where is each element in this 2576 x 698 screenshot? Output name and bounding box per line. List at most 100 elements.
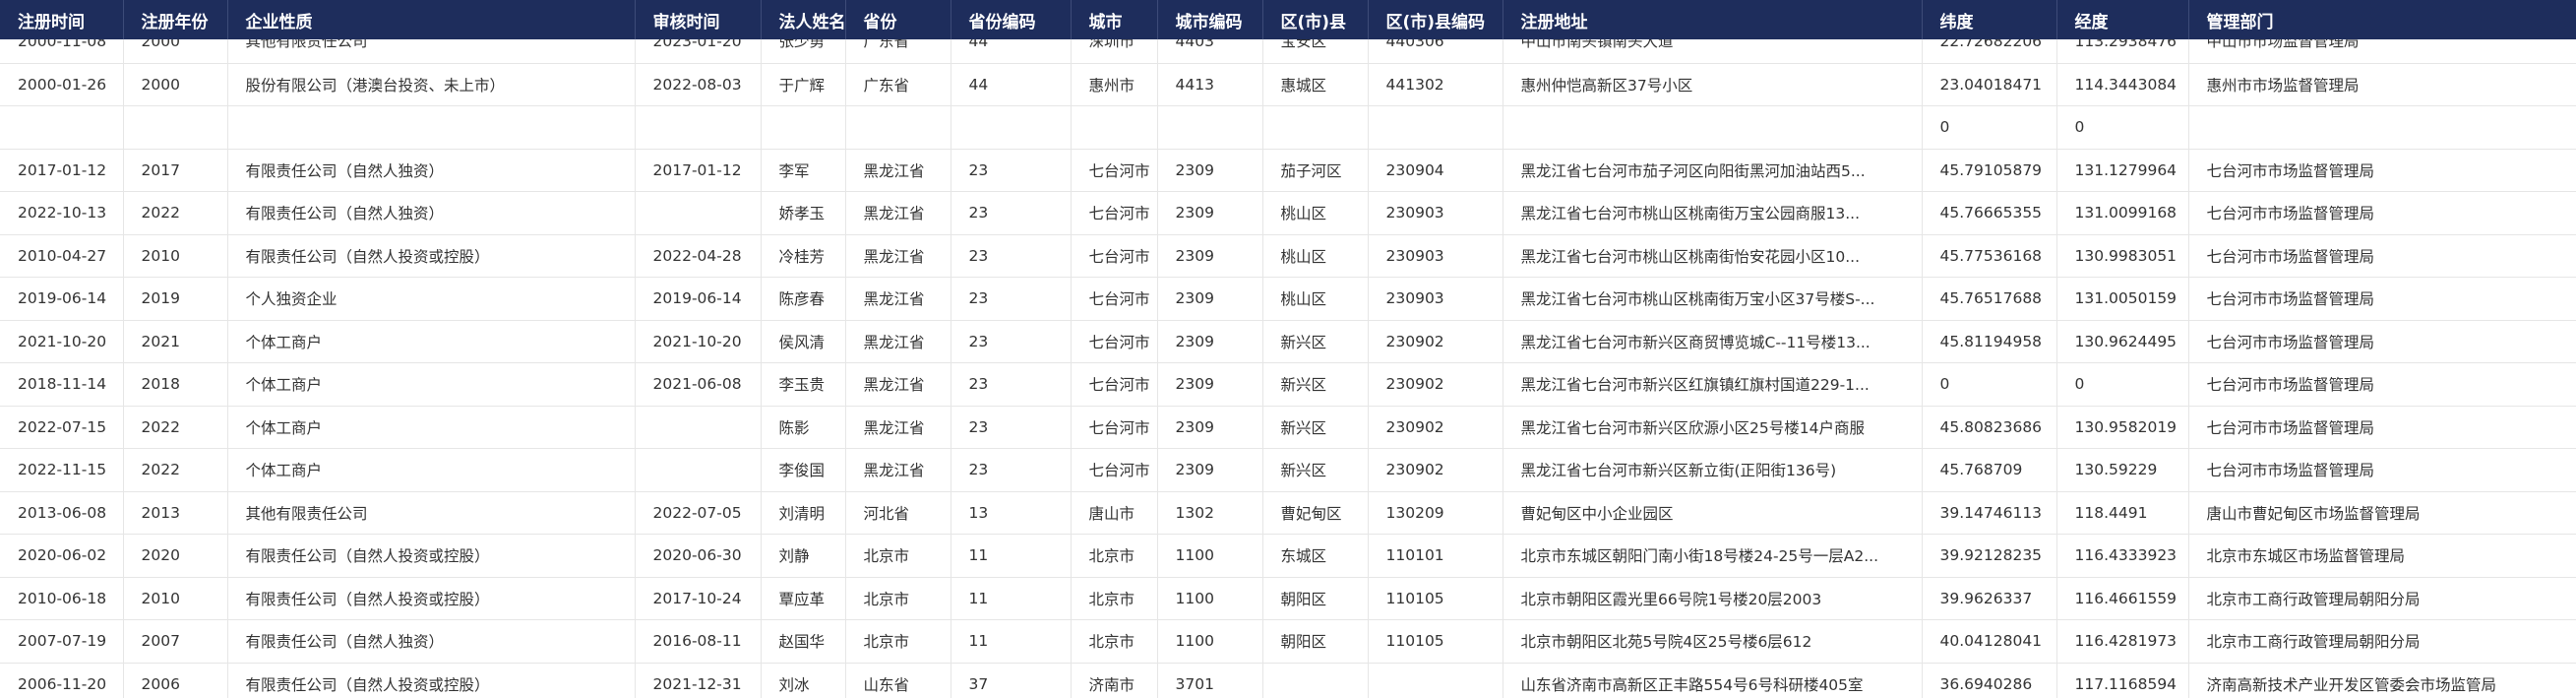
- table-cell: 东城区: [1262, 534, 1369, 578]
- table-cell: 北京市: [845, 534, 951, 578]
- table-cell: 0: [2056, 362, 2189, 407]
- table-cell: 曹妃甸区中小企业园区: [1503, 491, 1923, 535]
- table-cell: 济南高新技术产业开发区管委会市场监管局: [2188, 663, 2576, 698]
- table-cell: 117.1168594: [2056, 663, 2189, 698]
- table-cell: 45.768709: [1922, 448, 2057, 492]
- table-cell: 七台河市市场监督管理局: [2188, 149, 2576, 192]
- table-cell: 2022: [123, 448, 228, 492]
- table-cell: 23: [951, 149, 1072, 192]
- table-row[interactable]: 2000-11-08 2000 其他有限责任公司 2023-01-20 张少勇 广东省 44…: [0, 39, 2576, 64]
- table-cell: 2000: [123, 63, 228, 106]
- table-cell: 惠城区: [1262, 63, 1369, 106]
- column-header[interactable]: 省份编码: [951, 0, 1072, 39]
- table-cell: 230904: [1368, 149, 1503, 192]
- table-cell: 陈彦春: [761, 277, 846, 321]
- table-cell: 22.72682206: [1922, 39, 2057, 64]
- column-header[interactable]: 区(市)县: [1262, 0, 1369, 39]
- table-cell: 2309: [1157, 277, 1263, 321]
- table-row[interactable]: 00: [0, 105, 2576, 150]
- table-cell: 2309: [1157, 149, 1263, 192]
- table-cell: 2020-06-30: [635, 534, 762, 578]
- table-cell: 北京市朝阳区霞光里66号院1号楼20层2003: [1503, 577, 1923, 620]
- table-cell: 2000: [123, 39, 228, 64]
- column-header[interactable]: 法人姓名: [761, 0, 846, 39]
- column-header[interactable]: 经度: [2056, 0, 2189, 39]
- table-cell: 0: [1922, 362, 2057, 407]
- table-cell: 2007: [123, 619, 228, 664]
- table-cell: 23: [951, 320, 1072, 363]
- table-row[interactable]: 2000-01-26 2000 股份有限公司（港澳台投资、未上市） 2022-08-0…: [0, 63, 2576, 106]
- table-cell: 有限责任公司（自然人投资或控股）: [227, 663, 636, 698]
- table-cell: 2020-06-02: [0, 534, 124, 578]
- table-row[interactable]: 2022-11-15 2022 个体工商户 李俊国 黑龙江省 23 七台河市 2309 新兴区 2…: [0, 448, 2576, 492]
- table-cell: [635, 191, 762, 235]
- column-header[interactable]: 注册时间: [0, 0, 124, 39]
- table-cell: 股份有限公司（港澳台投资、未上市）: [227, 63, 636, 106]
- table-cell: 45.77536168: [1922, 234, 2057, 278]
- table-cell: 新兴区: [1262, 406, 1369, 449]
- table-cell: 河北省: [845, 491, 951, 535]
- table-cell: 唐山市曹妃甸区市场监督管理局: [2188, 491, 2576, 535]
- table-cell: [1368, 105, 1503, 150]
- table-row[interactable]: 2021-10-20 2021 个体工商户 2021-10-20 侯风清 黑龙江省 23 七台…: [0, 320, 2576, 363]
- table-cell: 黑龙江省: [845, 448, 951, 492]
- table-cell: 其他有限责任公司: [227, 39, 636, 64]
- table-row[interactable]: 2010-06-18 2010 有限责任公司（自然人投资或控股） 2017-10-24…: [0, 577, 2576, 620]
- table-cell: 2309: [1157, 234, 1263, 278]
- column-header[interactable]: 审核时间: [635, 0, 762, 39]
- table-cell: 新兴区: [1262, 448, 1369, 492]
- table-cell: 45.80823686: [1922, 406, 2057, 449]
- table-cell: 45.76517688: [1922, 277, 2057, 321]
- table-row[interactable]: 2006-11-20 2006 有限责任公司（自然人投资或控股） 2021-12-31…: [0, 663, 2576, 698]
- table-cell: 11: [951, 534, 1072, 578]
- table-cell: 230903: [1368, 234, 1503, 278]
- column-header[interactable]: 注册年份: [123, 0, 228, 39]
- table-cell: 济南市: [1071, 663, 1158, 698]
- table-cell: [1157, 105, 1263, 150]
- table-row[interactable]: 2013-06-08 2013 其他有限责任公司 2022-07-05 刘清明 河北省 13…: [0, 491, 2576, 535]
- table-cell: 山东省济南市高新区正丰路554号6号科研楼405室: [1503, 663, 1923, 698]
- table-cell: 七台河市: [1071, 320, 1158, 363]
- column-header[interactable]: 企业性质: [227, 0, 636, 39]
- column-header[interactable]: 区(市)县编码: [1368, 0, 1503, 39]
- table-cell: 1100: [1157, 577, 1263, 620]
- column-header[interactable]: 城市编码: [1157, 0, 1263, 39]
- table-row[interactable]: 2019-06-14 2019 个人独资企业 2019-06-14 陈彦春 黑龙江省 23 七…: [0, 277, 2576, 321]
- table-cell: 11: [951, 577, 1072, 620]
- table-cell: 惠州市: [1071, 63, 1158, 106]
- table-row[interactable]: 2010-04-27 2010 有限责任公司（自然人投资或控股） 2022-04-28…: [0, 234, 2576, 278]
- table-cell: 七台河市: [1071, 448, 1158, 492]
- table-row[interactable]: 2018-11-14 2018 个体工商户 2021-06-08 李玉贵 黑龙江省 23 七台…: [0, 362, 2576, 407]
- table-cell: 惠州仲恺高新区37号小区: [1503, 63, 1923, 106]
- table-cell: [1262, 105, 1369, 150]
- table-cell: 2022-11-15: [0, 448, 124, 492]
- table-cell: 2017: [123, 149, 228, 192]
- data-table: 注册时间 注册年份 企业性质 审核时间 法人姓名 省份 省份编码 城市 城市编码 区(市)县 区(市…: [0, 0, 2576, 698]
- table-cell: 45.81194958: [1922, 320, 2057, 363]
- table-cell: 2017-10-24: [635, 577, 762, 620]
- table-cell: 李军: [761, 149, 846, 192]
- table-cell: 新兴区: [1262, 362, 1369, 407]
- table-cell: 北京市: [845, 577, 951, 620]
- column-header[interactable]: 注册地址: [1503, 0, 1923, 39]
- data-table-viewport[interactable]: 注册时间 注册年份 企业性质 审核时间 法人姓名 省份 省份编码 城市 城市编码 区(市)县 区(市…: [0, 0, 2576, 698]
- table-row[interactable]: 2020-06-02 2020 有限责任公司（自然人投资或控股） 2020-06-30…: [0, 534, 2576, 578]
- column-header[interactable]: 省份: [845, 0, 951, 39]
- table-row[interactable]: 2017-01-12 2017 有限责任公司（自然人独资） 2017-01-12 李军黑…: [0, 149, 2576, 192]
- table-cell: 130.59229: [2056, 448, 2189, 492]
- table-cell: 2013: [123, 491, 228, 535]
- table-cell: 七台河市: [1071, 277, 1158, 321]
- column-header[interactable]: 管理部门: [2188, 0, 2576, 39]
- column-header[interactable]: 城市: [1071, 0, 1158, 39]
- table-row[interactable]: 2007-07-19 2007 有限责任公司（自然人独资） 2016-08-11 赵国华…: [0, 619, 2576, 664]
- table-cell: 2021: [123, 320, 228, 363]
- table-cell: 其他有限责任公司: [227, 491, 636, 535]
- table-cell: 1100: [1157, 619, 1263, 664]
- table-cell: 黑龙江省: [845, 320, 951, 363]
- table-cell: 桃山区: [1262, 191, 1369, 235]
- table-cell: 2022: [123, 191, 228, 235]
- table-cell: 黑龙江省: [845, 191, 951, 235]
- table-row[interactable]: 2022-10-13 2022 有限责任公司（自然人独资） 娇孝玉 黑龙江省 23 七台河市…: [0, 191, 2576, 235]
- column-header[interactable]: 纬度: [1922, 0, 2057, 39]
- table-row[interactable]: 2022-07-15 2022 个体工商户 陈影 黑龙江省 23 七台河市 2309 新兴区 23…: [0, 406, 2576, 449]
